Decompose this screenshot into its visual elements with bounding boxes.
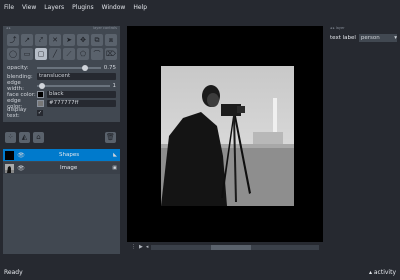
menu-help[interactable]: Help: [133, 4, 147, 11]
right-dock: ◂ ▸ layer text label person ▾: [327, 26, 400, 254]
edge-width-value[interactable]: 1: [113, 83, 117, 89]
opacity-value: 0.75: [103, 64, 116, 71]
edge-width-label: edge width:: [7, 79, 25, 92]
image-layer-thumbnail: [5, 163, 14, 173]
shapes-layer-thumbnail: [5, 150, 14, 160]
dims-slider[interactable]: [151, 244, 319, 250]
new-points-layer-icon[interactable]: ⁘: [5, 131, 16, 143]
dock-float-icon[interactable]: ◂ ▸: [6, 26, 11, 31]
opacity-row: opacity: 0.75: [3, 63, 120, 72]
pan-zoom-icon[interactable]: ✥: [77, 34, 89, 46]
dims-slider-bar: ⋮ ▶ ◂: [127, 242, 323, 252]
lasso-icon[interactable]: ⌒: [91, 48, 103, 60]
text-label-row: text label person ▾: [327, 32, 400, 44]
layer-list-toolbar: ⁘ ◭ ⌂ 🗑: [3, 126, 120, 148]
vertex-remove-icon[interactable]: ✕: [49, 34, 61, 46]
opacity-slider[interactable]: [37, 64, 101, 71]
visibility-eye-icon[interactable]: 👁: [17, 152, 25, 159]
opacity-slider-handle[interactable]: [81, 64, 88, 71]
edge-width-slider[interactable]: [37, 82, 110, 89]
rectangle-icon[interactable]: ▭: [21, 48, 33, 60]
path-tool-icon[interactable]: ⤴: [7, 34, 19, 46]
edge-width-row: edge width: 1: [3, 79, 120, 92]
delete-shape-icon[interactable]: ⌦: [105, 48, 117, 60]
play-button-icon[interactable]: ▶: [139, 244, 143, 250]
visibility-eye-icon[interactable]: 👁: [17, 165, 25, 172]
layer-controls-panel: ◂ ▸ layer controls ⤴ ↗ ⤤ ✕ ➤ ✥ ⧉ ⧈ ◯ ▭ ▢ ╱ ⟋ ⬠ ⌒ ⌦ opac…: [3, 26, 120, 122]
menu-layers[interactable]: Layers: [44, 4, 64, 11]
text-label-label: text label: [330, 35, 356, 41]
move-back-icon[interactable]: ⧈: [105, 34, 117, 46]
face-color-input[interactable]: black: [47, 91, 116, 98]
vertex-insert-icon[interactable]: ⤤: [35, 34, 47, 46]
menu-plugins[interactable]: Plugins: [72, 4, 94, 11]
dims-drag-icon[interactable]: ⋮: [131, 244, 136, 250]
select-icon[interactable]: ➤: [63, 34, 75, 46]
layer-name[interactable]: Image: [28, 165, 109, 171]
opacity-label: opacity:: [7, 64, 29, 71]
layer-name[interactable]: Shapes: [28, 152, 110, 158]
text-label-value: person: [360, 35, 380, 41]
display-text-row: display text: ✓: [3, 106, 120, 119]
viewer-canvas[interactable]: [127, 26, 323, 242]
ellipse-icon[interactable]: ◯: [7, 48, 19, 60]
new-labels-layer-icon[interactable]: ⌂: [33, 131, 44, 143]
activity-button[interactable]: ▴ activity: [369, 269, 396, 276]
polygon-icon[interactable]: ⬠: [77, 48, 89, 60]
delete-layer-icon[interactable]: 🗑: [105, 131, 116, 143]
menu-view[interactable]: View: [22, 4, 36, 11]
menubar: File View Layers Plugins Window Help: [0, 0, 400, 14]
image-type-icon: ▣: [112, 165, 117, 171]
face-color-swatch[interactable]: [37, 91, 44, 98]
left-dock: ◂ ▸ layer controls ⤴ ↗ ⤤ ✕ ➤ ✥ ⧉ ⧈ ◯ ▭ ▢ ╱ ⟋ ⬠ ⌒ ⌦ opac…: [0, 26, 123, 275]
step-left-icon[interactable]: ◂: [146, 244, 149, 250]
layer-row-image[interactable]: 👁 Image ▣: [3, 162, 120, 174]
activity-label: activity: [373, 269, 396, 276]
controls-header: layer controls: [93, 26, 117, 30]
line-icon[interactable]: ╱: [49, 48, 61, 60]
status-bar: Ready ▴ activity: [0, 254, 400, 280]
layer-list: 👁 Shapes ◣ 👁 Image ▣: [3, 149, 120, 256]
dims-slider-handle[interactable]: [211, 244, 252, 250]
menu-window[interactable]: Window: [102, 4, 126, 11]
rectangle-active-icon[interactable]: ▢: [35, 48, 47, 60]
shapes-type-icon: ◣: [113, 152, 117, 158]
display-text-checkbox[interactable]: ✓: [37, 109, 43, 116]
layer-row-shapes[interactable]: 👁 Shapes ◣: [3, 149, 120, 161]
edge-color-swatch[interactable]: [37, 100, 44, 107]
move-front-icon[interactable]: ⧉: [91, 34, 103, 46]
text-label-select[interactable]: person ▾: [358, 34, 397, 42]
status-text: Ready: [4, 269, 23, 276]
tool-buttons: ⤴ ↗ ⤤ ✕ ➤ ✥ ⧉ ⧈ ◯ ▭ ▢ ╱ ⟋ ⬠ ⌒ ⌦: [3, 31, 120, 63]
menu-file[interactable]: File: [4, 4, 14, 11]
edge-width-slider-handle[interactable]: [39, 82, 45, 89]
polyline-icon[interactable]: ⟋: [63, 48, 75, 60]
cameraman-image: [161, 66, 294, 206]
right-dock-float-icon[interactable]: ◂ ▸: [330, 26, 335, 30]
new-shapes-layer-icon[interactable]: ◭: [19, 131, 30, 143]
chevron-down-icon: ▾: [394, 35, 397, 41]
display-text-label: display text:: [7, 106, 27, 119]
direct-select-icon[interactable]: ↗: [21, 34, 33, 46]
right-dock-header: layer: [335, 26, 345, 30]
edge-color-input[interactable]: #777777ff: [47, 100, 116, 107]
blending-select[interactable]: translucent: [37, 73, 116, 80]
